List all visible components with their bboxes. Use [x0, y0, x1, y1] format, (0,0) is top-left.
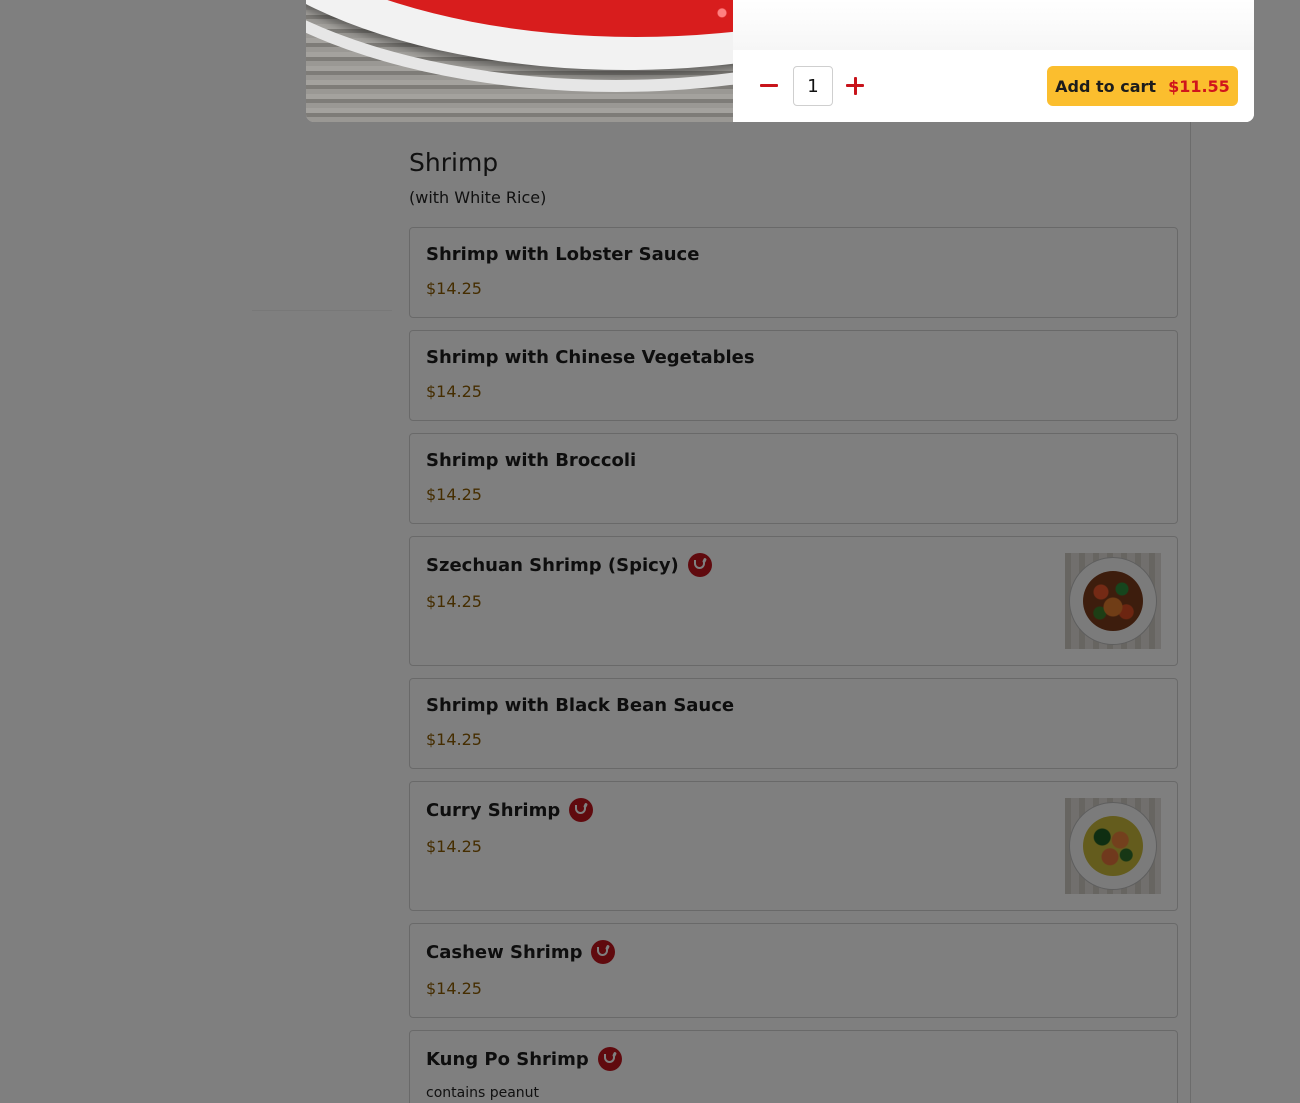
decrease-quantity-button[interactable]	[749, 66, 789, 106]
add-to-cart-price: $11.55	[1168, 76, 1230, 96]
modal-footer: Add to cart $11.55	[733, 50, 1254, 122]
quantity-input[interactable]	[793, 66, 833, 106]
add-to-cart-label: Add to cart	[1055, 76, 1157, 96]
modal-backdrop[interactable]	[0, 0, 1300, 1103]
minus-icon	[760, 84, 778, 87]
modal-content-fade	[733, 0, 1254, 50]
add-to-cart-button[interactable]: Add to cart $11.55	[1047, 66, 1238, 106]
increase-quantity-button[interactable]	[835, 66, 875, 106]
item-photo	[306, 0, 733, 122]
item-detail-modal: Add to cart $11.55	[306, 0, 1254, 122]
